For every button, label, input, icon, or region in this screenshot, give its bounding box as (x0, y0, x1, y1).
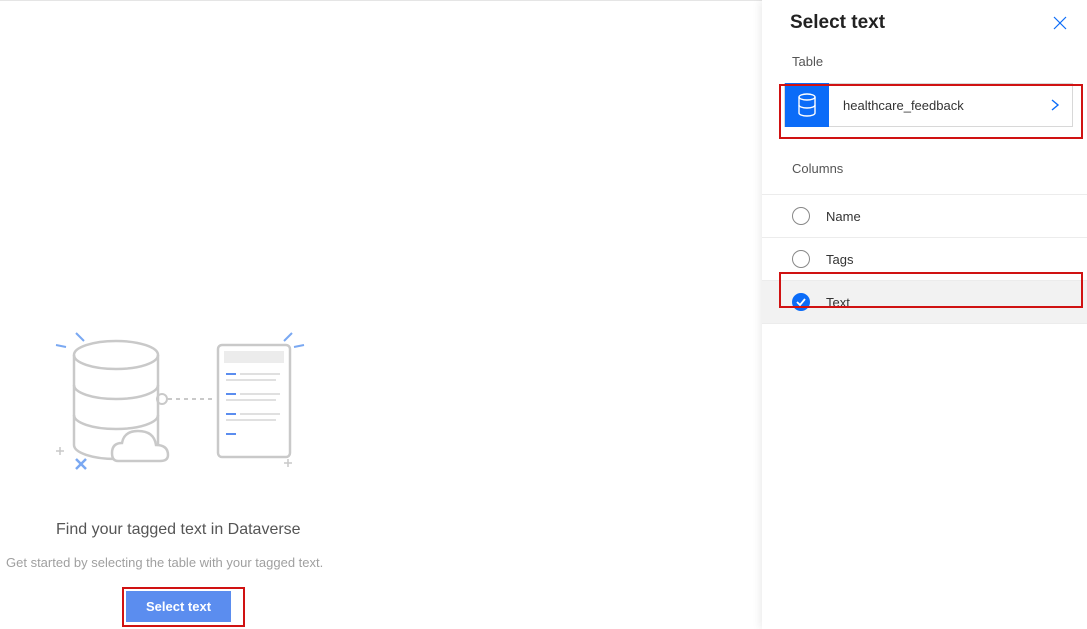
column-item-name[interactable]: Name (762, 195, 1087, 238)
close-icon[interactable] (1051, 14, 1069, 32)
main-heading: Find your tagged text in Dataverse (56, 521, 301, 539)
table-section-label: Table (762, 42, 1087, 77)
radio-unchecked-icon (792, 207, 810, 225)
dataverse-illustration (40, 327, 330, 477)
panel-title: Select text (790, 12, 885, 34)
column-list: Name Tags Text (762, 195, 1087, 324)
table-selector[interactable]: healthcare_feedback (784, 83, 1073, 127)
column-label: Tags (826, 252, 853, 267)
radio-checked-icon (792, 293, 810, 311)
column-item-text[interactable]: Text (762, 281, 1087, 324)
panel-header: Select text (762, 0, 1087, 42)
column-label: Text (826, 295, 850, 310)
database-icon (785, 83, 829, 127)
columns-section-label: Columns (762, 149, 1087, 184)
select-text-button[interactable]: Select text (126, 591, 231, 622)
radio-unchecked-icon (792, 250, 810, 268)
main-subtext: Get started by selecting the table with … (6, 555, 323, 570)
column-label: Name (826, 209, 861, 224)
table-name: healthcare_feedback (829, 98, 1050, 113)
chevron-right-icon (1050, 98, 1072, 112)
select-text-panel: Select text Table healthcare_feedback (762, 0, 1087, 629)
main-content-area: Find your tagged text in Dataverse Get s… (0, 0, 762, 629)
column-item-tags[interactable]: Tags (762, 238, 1087, 281)
